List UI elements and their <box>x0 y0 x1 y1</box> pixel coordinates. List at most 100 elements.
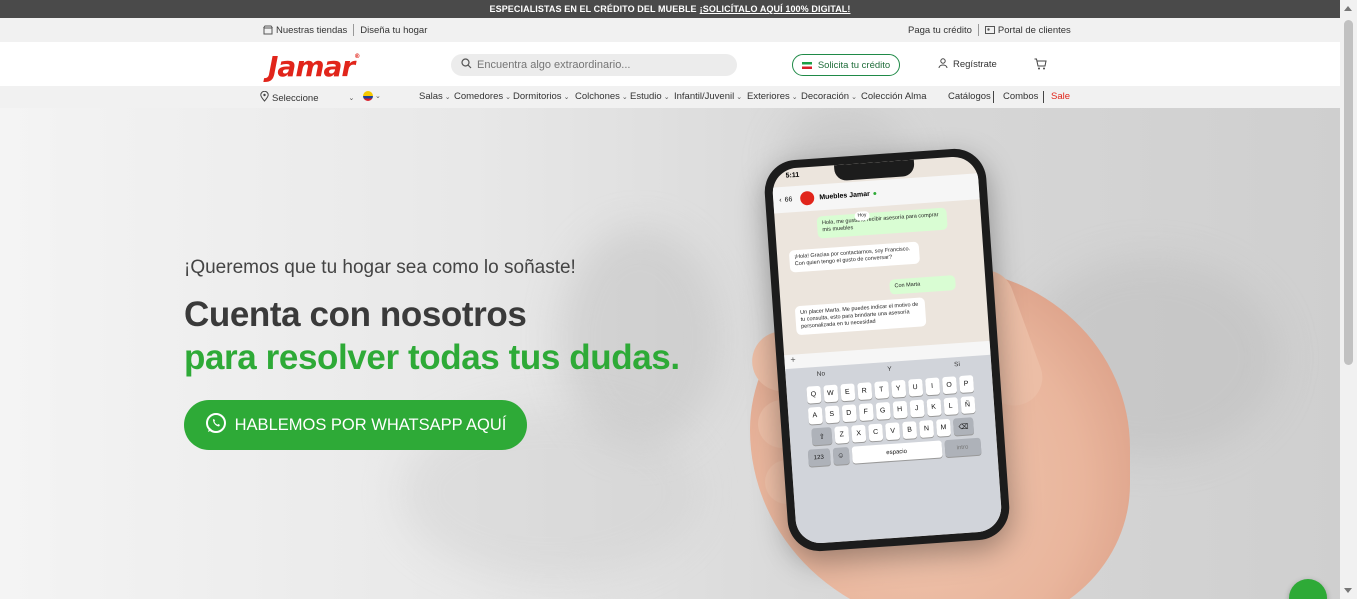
phone-mockup: 5:11 ‹ 66 Muebles Jamar ● Hola, me gusta… <box>762 146 1012 554</box>
nav-item-decoracion[interactable]: Decoración ⌄ <box>801 91 857 102</box>
key: Z <box>834 425 850 444</box>
phone-screen: 5:11 ‹ 66 Muebles Jamar ● Hola, me gusta… <box>771 155 1003 545</box>
logo[interactable]: Jamar® <box>268 50 360 83</box>
whatsapp-icon <box>205 412 227 439</box>
scrollbar[interactable] <box>1340 0 1357 599</box>
key: K <box>926 398 942 417</box>
key: I <box>924 377 940 396</box>
divider <box>977 24 979 36</box>
request-credit-label: Solicita tu crédito <box>817 59 891 71</box>
chevron-down-icon: ⌄ <box>444 93 451 101</box>
key: A <box>807 406 823 425</box>
suggestion: Si <box>953 360 961 369</box>
nav-item-infantil[interactable]: Infantil/Juvenil ⌄ <box>674 91 742 102</box>
chat-message-in: ¡Hola! Gracias por contactarnos, soy Fra… <box>788 241 921 273</box>
nav-item-exteriores[interactable]: Exteriores ⌄ <box>747 91 798 102</box>
location-selector[interactable]: Seleccione ⌄ <box>260 90 355 105</box>
chevron-down-icon: ⌄ <box>736 93 743 101</box>
chevron-down-icon: ⌄ <box>851 93 857 101</box>
nav-item-salas[interactable]: Salas ⌄ <box>419 91 451 102</box>
avatar <box>799 190 815 206</box>
key: espacio <box>851 440 943 464</box>
user-icon <box>938 58 948 71</box>
country-selector[interactable]: ⌄ <box>363 91 381 101</box>
nav-item-colchones[interactable]: Colchones ⌄ <box>575 91 628 102</box>
divider <box>993 91 994 103</box>
key: Q <box>805 385 822 404</box>
key: P <box>958 375 974 394</box>
phone-time: 5:11 <box>785 171 800 180</box>
chevron-down-icon: ⌄ <box>505 93 511 101</box>
search-box[interactable] <box>451 54 737 76</box>
nav-item-comedores[interactable]: Comedores ⌄ <box>454 91 511 102</box>
promo-text: ESPECIALISTAS EN EL CRÉDITO DEL MUEBLE <box>489 4 697 14</box>
key: G <box>875 401 891 420</box>
key: W <box>822 384 838 403</box>
search-input[interactable] <box>477 59 717 71</box>
chevron-down-icon: ⌄ <box>621 93 628 101</box>
suggestion: Y <box>887 365 893 374</box>
pay-credit-link[interactable]: Paga tu crédito <box>908 25 972 36</box>
nav-item-coleccion-alma[interactable]: Colección Alma <box>861 91 926 102</box>
nav-item-catalogos[interactable]: Catálogos <box>948 91 991 102</box>
client-portal-link[interactable]: Portal de clientes <box>998 25 1071 36</box>
request-credit-button[interactable]: Solicita tu crédito <box>792 54 900 76</box>
divider <box>353 24 355 36</box>
emoji-icon: ☺ <box>832 446 850 466</box>
shift-icon: ⇧ <box>811 427 833 446</box>
scroll-up-icon[interactable] <box>1344 6 1352 11</box>
key: J <box>909 399 925 418</box>
scrollbar-thumb[interactable] <box>1344 20 1353 365</box>
divider <box>1043 91 1044 103</box>
main-nav: Seleccione ⌄ ⌄ Salas ⌄ Comedores ⌄ Dormito… <box>0 86 1340 108</box>
key: X <box>851 424 867 443</box>
header: Jamar® Solicita tu crédito Regístrate <box>0 42 1340 86</box>
key: S <box>824 405 840 424</box>
nav-item-combos[interactable]: Combos <box>1003 91 1038 102</box>
scroll-down-icon[interactable] <box>1344 588 1352 593</box>
promo-link[interactable]: ¡SOLICÍTALO AQUÍ 100% DIGITAL! <box>700 4 851 14</box>
nav-item-estudio[interactable]: Estudio ⌄ <box>630 91 670 102</box>
whatsapp-cta-label: HABLEMOS POR WHATSAPP AQUÍ <box>234 415 507 434</box>
whatsapp-cta-button[interactable]: HABLEMOS POR WHATSAPP AQUÍ <box>184 400 527 450</box>
key: T <box>873 381 889 399</box>
hero-title-line1: Cuenta con nosotros <box>184 295 527 334</box>
colombia-flag-icon <box>363 91 373 101</box>
portal-icon <box>984 25 995 35</box>
stores-link[interactable]: Nuestras tiendas <box>276 25 347 36</box>
suggestion: No <box>816 370 826 378</box>
verified-icon: ● <box>872 189 878 198</box>
nav-item-sale[interactable]: Sale <box>1051 91 1070 102</box>
nav-item-dormitorios[interactable]: Dormitorios ⌄ <box>513 91 569 102</box>
chat-message-in: Un placer Marta. Me puedes indicar el mo… <box>794 297 927 336</box>
store-icon <box>263 25 273 35</box>
key: M <box>935 418 952 437</box>
colombia-flag-icon <box>801 61 812 69</box>
key: intro <box>943 437 982 458</box>
key: Y <box>890 379 906 398</box>
register-link[interactable]: Regístrate <box>938 58 997 71</box>
promo-bar: ESPECIALISTAS EN EL CRÉDITO DEL MUEBLE ¡… <box>0 0 1340 18</box>
design-link[interactable]: Diseña tu hogar <box>360 25 427 36</box>
chat-message-out: Hola, me gustaría recibir asesoría para … <box>816 207 948 239</box>
chat-header: ‹ 66 Muebles Jamar ● <box>772 173 980 214</box>
key: E <box>839 383 855 402</box>
chat-contact-name: Muebles Jamar <box>819 190 871 201</box>
chevron-down-icon: ⌄ <box>348 95 355 102</box>
key: U <box>907 378 923 397</box>
key: D <box>841 404 857 423</box>
key: 123 <box>807 448 831 467</box>
hero-title-line2: para resolver todas tus dudas. <box>184 338 680 377</box>
location-label: Seleccione <box>272 92 319 104</box>
chat-message-out: Con Marta <box>889 275 956 295</box>
chevron-down-icon: ⌄ <box>563 93 570 101</box>
key: H <box>892 400 908 419</box>
key: B <box>902 421 918 440</box>
back-arrow-icon: ‹ <box>779 196 782 204</box>
key: O <box>941 376 957 395</box>
key: C <box>868 423 884 442</box>
hero-banner: ¡Queremos que tu hogar sea como lo soñas… <box>0 108 1340 599</box>
cart-icon[interactable] <box>1034 57 1047 75</box>
hero-subtitle: ¡Queremos que tu hogar sea como lo soñas… <box>184 257 576 278</box>
search-icon <box>461 58 472 72</box>
